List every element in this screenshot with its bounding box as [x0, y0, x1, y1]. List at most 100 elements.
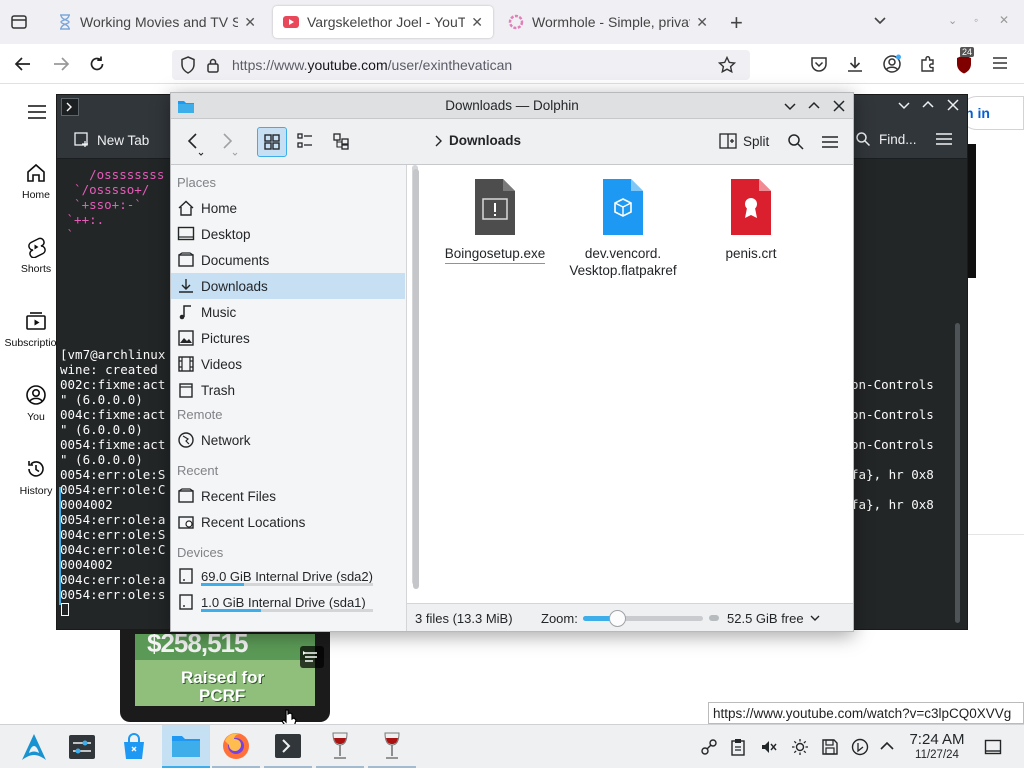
konsole-find-button[interactable]: Find... [855, 131, 917, 147]
konsole-close-icon[interactable] [946, 98, 960, 112]
places-item-music[interactable]: Music [171, 299, 405, 325]
dolphin-close-icon[interactable] [832, 99, 846, 113]
file-item-boingosetup[interactable]: Boingosetup.exe [435, 177, 555, 264]
split-view-button[interactable]: Split [719, 132, 769, 150]
konsole-new-tab-button[interactable]: New Tab [73, 131, 149, 149]
places-item-downloads[interactable]: Downloads [171, 273, 405, 299]
tracking-shield-icon[interactable] [180, 56, 196, 74]
extensions-puzzle-icon[interactable] [919, 55, 937, 73]
free-space-label[interactable]: 52.5 GiB free [727, 611, 804, 626]
places-item-recent-locations[interactable]: Recent Locations [171, 509, 405, 535]
volume-muted-tray-icon[interactable] [760, 738, 778, 756]
playlist-queue-icon[interactable] [300, 646, 324, 668]
konsole-menu-icon[interactable] [935, 132, 953, 146]
breadcrumb-downloads[interactable]: Downloads [449, 133, 521, 148]
kde-connect-tray-icon[interactable] [700, 738, 718, 756]
window-minimize-icon[interactable]: ⌄ [948, 14, 957, 27]
places-item-recent-files[interactable]: Recent Files [171, 483, 405, 509]
browser-tab-youtube[interactable]: Vargskelethor Joel - YouTu ✕ [273, 6, 493, 38]
dolphin-titlebar[interactable]: Downloads — Dolphin [171, 93, 853, 119]
places-item-pictures[interactable]: Pictures [171, 325, 405, 351]
youtube-icon [283, 16, 299, 28]
updates-tray-icon[interactable] [851, 738, 869, 756]
places-item-home[interactable]: Home [171, 195, 405, 221]
ublock-shield-icon[interactable]: 24 [954, 47, 975, 75]
places-item-trash[interactable]: Trash [171, 377, 405, 403]
tray-expand-chevron-icon[interactable] [879, 740, 895, 752]
back-chevron-icon[interactable] [185, 131, 205, 157]
close-tab-icon[interactable]: ✕ [696, 14, 708, 31]
browser-tab-working-movies[interactable]: Working Movies and TV Sh ✕ [48, 0, 266, 44]
clock-date[interactable]: 11/27/24 [900, 749, 974, 761]
taskbar-wine-app-2[interactable] [368, 725, 416, 768]
dolphin-minimize-icon[interactable] [783, 99, 797, 113]
drive-usage-bar [201, 583, 373, 586]
youtube-hamburger-icon[interactable] [28, 104, 46, 120]
app-launcher-button[interactable] [10, 725, 58, 768]
downloads-icon[interactable] [846, 55, 864, 73]
close-tab-icon[interactable]: ✕ [244, 14, 256, 31]
list-all-tabs-icon[interactable] [872, 12, 888, 28]
forward-arrow-icon[interactable] [52, 56, 70, 72]
video-thumbnail[interactable]: $258,515 Raised for PCRF [120, 630, 330, 722]
dolphin-search-icon[interactable] [787, 133, 805, 151]
free-space-dropdown-icon[interactable] [809, 613, 821, 623]
konsole-maximize-icon[interactable] [921, 98, 935, 112]
clipboard-tray-icon[interactable] [730, 738, 746, 756]
window-maximize-icon[interactable]: ◦ [974, 13, 978, 27]
pocket-icon[interactable] [810, 55, 828, 73]
places-item-drive-sda1[interactable]: 1.0 GiB Internal Drive (sda1) [171, 589, 405, 615]
status-file-count: 3 files (13.3 MiB) [415, 611, 513, 626]
browser-tab-wormhole[interactable]: Wormhole - Simple, privat ✕ [498, 0, 718, 44]
taskbar-dolphin[interactable] [162, 725, 210, 768]
file-item-penis-crt[interactable]: penis.crt [691, 177, 811, 262]
taskbar-wine-app-1[interactable] [316, 725, 364, 768]
forward-chevron-icon[interactable] [219, 131, 239, 157]
clock-time[interactable]: 7:24 AM [900, 731, 974, 748]
taskbar-firefox[interactable] [212, 725, 260, 768]
youtube-sign-in-button[interactable]: n in [960, 96, 1024, 130]
close-tab-icon[interactable]: ✕ [471, 14, 483, 31]
bookmark-star-icon[interactable] [718, 56, 736, 74]
show-desktop-icon[interactable] [984, 738, 1002, 756]
taskbar-konsole[interactable] [264, 725, 312, 768]
compact-view-button[interactable] [291, 127, 321, 157]
brightness-tray-icon[interactable] [791, 738, 809, 756]
url-prefix: https://www. [232, 57, 308, 73]
places-item-desktop[interactable]: Desktop [171, 221, 405, 247]
places-item-drive-sda2[interactable]: 69.0 GiB Internal Drive (sda2) [171, 563, 405, 589]
places-item-videos[interactable]: Videos [171, 351, 405, 377]
padlock-icon[interactable] [206, 57, 220, 73]
terminal-line: fa}, hr 0x8 [851, 467, 934, 482]
places-item-documents[interactable]: Documents [171, 247, 405, 273]
dolphin-window[interactable]: Downloads — Dolphin Downloads Split Plac… [170, 92, 854, 632]
zoom-slider-handle[interactable] [608, 610, 626, 627]
file-view[interactable]: Boingosetup.exe dev.vencord. Vesktop.fla… [427, 165, 853, 603]
url-bar[interactable]: https://www.youtube.com/user/exinthevati… [172, 50, 750, 80]
back-arrow-icon[interactable] [14, 56, 32, 72]
window-close-icon[interactable]: ✕ [999, 13, 1009, 27]
disk-tray-icon[interactable] [821, 738, 839, 756]
zoom-slider[interactable] [583, 610, 703, 627]
app-menu-icon[interactable] [992, 56, 1008, 70]
terminal-output-overflow: on-Controls on-Controls on-Controls fa}, hr… [851, 377, 934, 527]
remote-section-header: Remote [177, 407, 223, 422]
konsole-minimize-icon[interactable] [897, 98, 911, 112]
tab-overview-icon[interactable] [10, 13, 28, 31]
taskbar-discover[interactable] [110, 725, 158, 768]
dolphin-maximize-icon[interactable] [807, 99, 821, 113]
reload-icon[interactable] [88, 55, 106, 73]
dolphin-menu-icon[interactable] [821, 135, 839, 149]
taskbar-system-settings[interactable] [58, 725, 106, 768]
icons-view-button[interactable] [257, 127, 287, 157]
new-tab-button[interactable]: + [730, 10, 743, 36]
terminal-line: [vm7@archlinux [60, 347, 166, 362]
account-icon[interactable] [882, 54, 902, 74]
hourglass-icon [60, 14, 70, 30]
file-name: penis.crt [725, 246, 777, 261]
file-item-vesktop-flatpakref[interactable]: dev.vencord. Vesktop.flatpakref [563, 177, 683, 279]
places-scrollbar[interactable] [413, 169, 419, 589]
places-item-network[interactable]: Network [171, 427, 405, 453]
konsole-scrollbar[interactable] [955, 323, 960, 623]
details-view-button[interactable] [327, 127, 357, 157]
